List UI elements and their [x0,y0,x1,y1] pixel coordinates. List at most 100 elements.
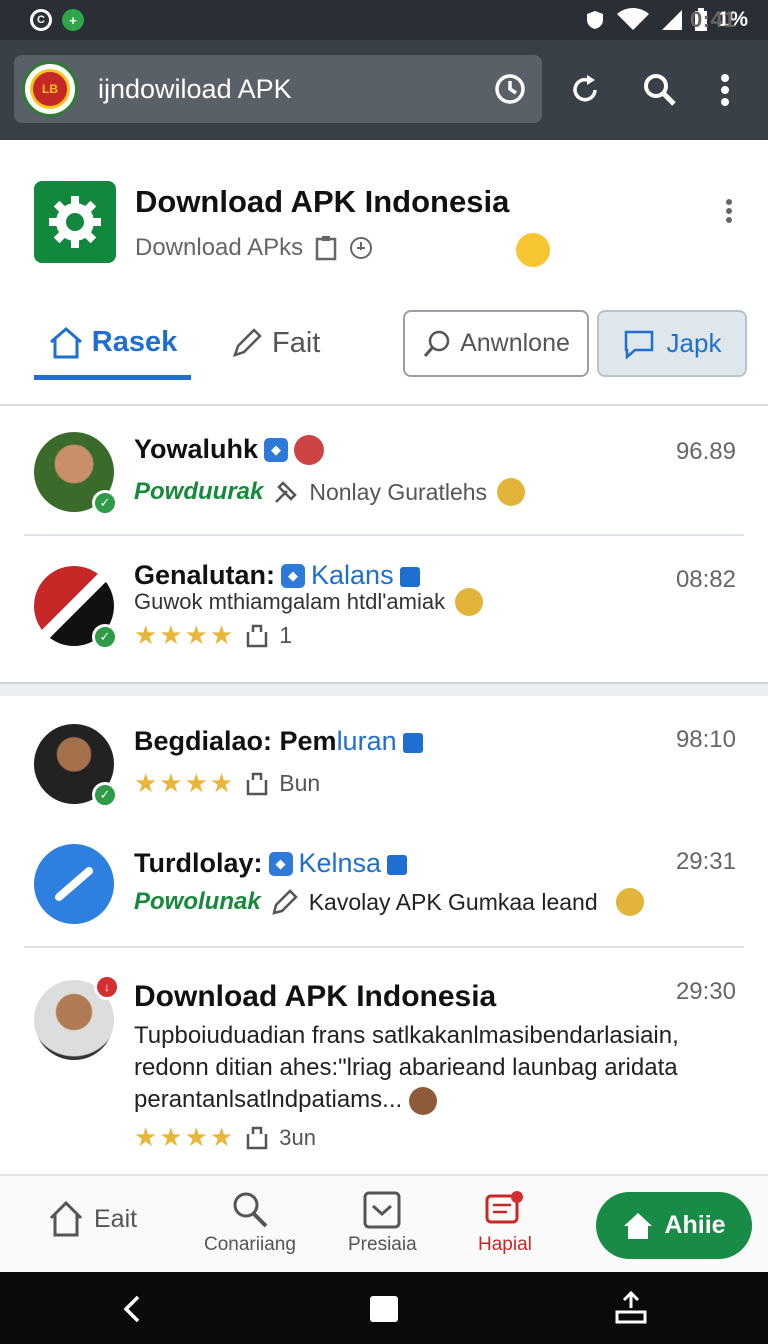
verified-badge-icon: ✓ [92,782,118,808]
item-time: 08:82 [675,566,736,593]
item-tag: luran [336,726,397,756]
list-item[interactable]: Turdlolay: ◆ Kelnsa 29:31 Powolunak Kavo… [0,818,768,946]
accessibility-icon[interactable] [614,1290,648,1324]
bottom-navigation: Eait Conariiang Presiaia Hapial Ahiie [0,1174,768,1272]
home-icon [49,326,82,358]
avatar-mini-icon [408,1086,437,1115]
item-time: 29:31 [675,848,736,875]
verified-square-icon [387,854,408,875]
item-description: Guwok mthiamgalam htdl'amiak [134,589,446,614]
avatar-mini-icon [455,588,484,616]
nav-hapial[interactable]: Hapial [478,1190,532,1256]
tab-rasek[interactable]: Rasek [34,310,191,380]
list-item[interactable]: ✓ Begdialao: Pem luran 98:10 ★★★★ Bun [0,696,768,818]
download-count-icon [246,772,268,795]
sync-icon: C [30,9,52,31]
item-body-text: Tupboiuduadian frans satlkakanlmasibenda… [134,1022,679,1115]
verified-square-icon [399,566,420,587]
item-tag: Kalans [311,560,394,590]
verified-badge-icon: ✓ [92,624,118,650]
chat-bubble-icon [624,330,653,359]
item-detail: Kavolay APK Gumkaa leand [308,888,598,915]
plus-notification-icon: + [62,9,84,31]
avatar: ↓ [34,974,120,1060]
avatar: ✓ [34,724,118,808]
alert-badge-icon: ↓ [94,974,120,1000]
app-more-icon[interactable] [726,196,732,226]
avatar: ✓ [34,566,118,650]
avatar [34,844,114,924]
emoji-face-icon [516,233,550,267]
verified-chat-icon: ◆ [264,437,289,462]
app-subtitle: Download APks [135,234,304,261]
japk-button[interactable]: Japk [597,310,747,377]
home-outline-icon [49,1200,83,1237]
verified-chat-icon: ◆ [268,851,293,876]
verified-badge-icon: ✓ [92,490,118,516]
system-navigation-bar [0,1272,768,1344]
hammer-icon [275,481,298,503]
nav-conariiang[interactable]: Conariiang [204,1190,296,1256]
item-count: 3un [279,1124,316,1150]
nav-eait[interactable]: Eait [48,1200,137,1238]
check-icon [55,867,93,901]
home-filled-icon [624,1212,653,1239]
inbox-icon [363,1191,401,1229]
reload-icon[interactable] [565,70,605,110]
app-title: Download APK Indonesia [135,184,510,219]
url-text: ijndowiload APK [98,73,292,104]
avatar-mini-icon [615,888,644,916]
item-name: Genalutan: [134,560,276,590]
item-name: Begdialao: Pem [134,726,337,756]
flower-icon [294,434,325,465]
site-logo: LB [22,61,78,117]
download-count-icon [246,1126,268,1149]
download-count-icon [246,624,268,647]
list-item[interactable]: ✓ Yowaluhk ◆ 96.89 Powduurak Nonlay Gura… [0,404,768,536]
app-subtitle-row: Download APks [135,234,373,262]
rating-stars: ★★★★ [134,768,236,798]
item-time: 29:30 [675,978,736,1005]
tab-fait[interactable]: Fait [230,310,340,376]
item-time: 98:10 [675,726,736,753]
back-icon[interactable] [120,1294,144,1324]
verified-chat-icon: ◆ [281,563,306,588]
browser-toolbar: LB ijndowiload APK [0,40,768,140]
avatar-mini-icon [497,478,526,506]
search-small-icon [423,330,450,357]
verified-square-icon [402,732,423,753]
home-square-icon[interactable] [370,1296,398,1322]
item-tag: Kelnsa [298,848,382,878]
signal-icon [661,10,682,30]
avatar: ✓ [34,432,118,516]
vpn-shield-icon [586,11,603,29]
item-time: 96.89 [675,438,736,465]
info-circle-icon[interactable] [349,236,373,260]
rating-stars: ★★★★ [134,1122,236,1152]
nav-presiaia[interactable]: Presiaia [348,1190,417,1256]
item-name: Turdlolay: [134,848,263,878]
item-brand: Powduurak [134,478,264,505]
section-divider [0,682,768,696]
item-name: Yowaluhk [134,434,259,464]
wifi-icon [616,8,649,30]
app-header: Download APK Indonesia Download APks Ras… [0,140,768,404]
item-count: Bun [279,770,321,796]
search-person-icon [233,1192,268,1228]
list-item[interactable]: ✓ Genalutan: ◆ Kalans 08:82 Guwok mthiam… [0,536,768,682]
search-icon[interactable] [640,70,680,110]
nav-ahiie-button[interactable]: Ahiie [596,1192,752,1259]
item-title: Download APK Indonesia [134,980,497,1013]
pencil-icon [233,328,262,357]
status-time: 0:41 [689,7,736,32]
status-bar: 0:41 C + 1% [0,0,768,40]
item-detail: Nonlay Guratlehs [309,478,488,505]
address-bar[interactable]: LB ijndowiload APK [14,55,542,123]
app-gear-icon [34,181,116,263]
notification-message-icon [485,1191,523,1224]
more-menu-icon[interactable] [705,70,745,110]
clipboard-icon[interactable] [315,235,337,261]
history-icon[interactable] [492,71,528,107]
item-brand: Powolunak [134,888,261,915]
search-button[interactable]: Anwnlone [403,310,589,377]
